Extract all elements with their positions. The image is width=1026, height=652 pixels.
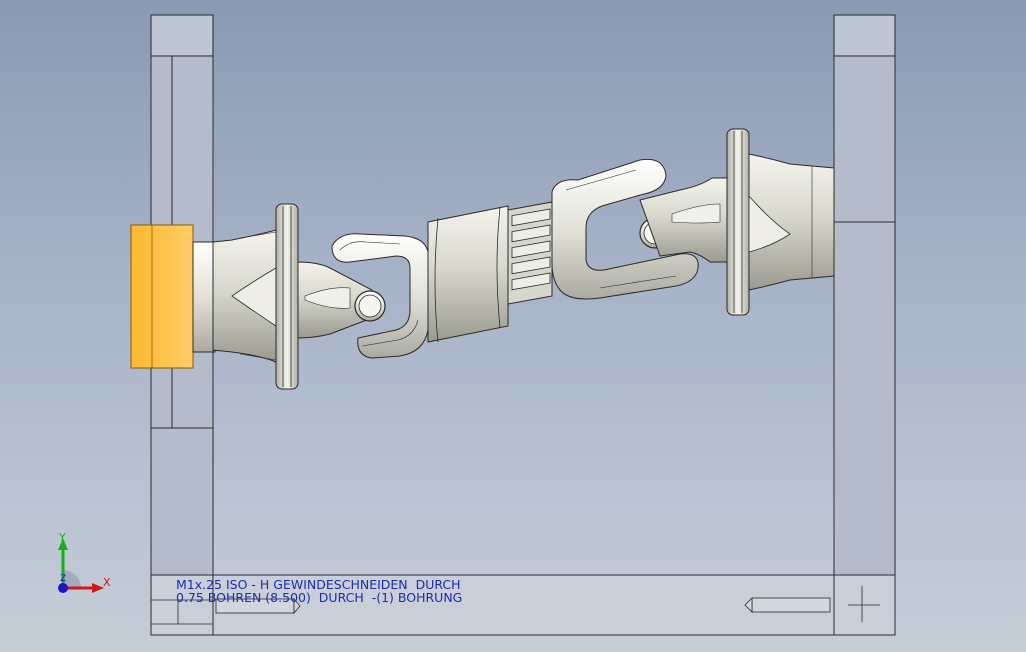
intermediate-tube[interactable]: [427, 205, 509, 343]
axis-label-x: X: [103, 576, 111, 589]
splined-shaft-section[interactable]: [507, 201, 553, 305]
right-hub[interactable]: [726, 128, 835, 316]
hole-callout-line-2[interactable]: 0.75 BOHREN (8.500) DURCH -(1) BOHRUNG: [176, 591, 462, 604]
right-frame-plate[interactable]: [833, 14, 896, 636]
triad-graphic: [58, 538, 104, 593]
xyz-axis-triad-icon: Y X Z: [44, 530, 124, 602]
axis-label-y: Y: [59, 531, 66, 544]
cad-graphics-viewport[interactable]: M1x.25 ISO - H GEWINDESCHNEIDEN DURCH 0.…: [0, 0, 1026, 652]
highlighted-coupling-block[interactable]: [130, 224, 194, 369]
axis-label-z: Z: [60, 574, 67, 584]
cad-model-scene[interactable]: [0, 0, 1026, 652]
